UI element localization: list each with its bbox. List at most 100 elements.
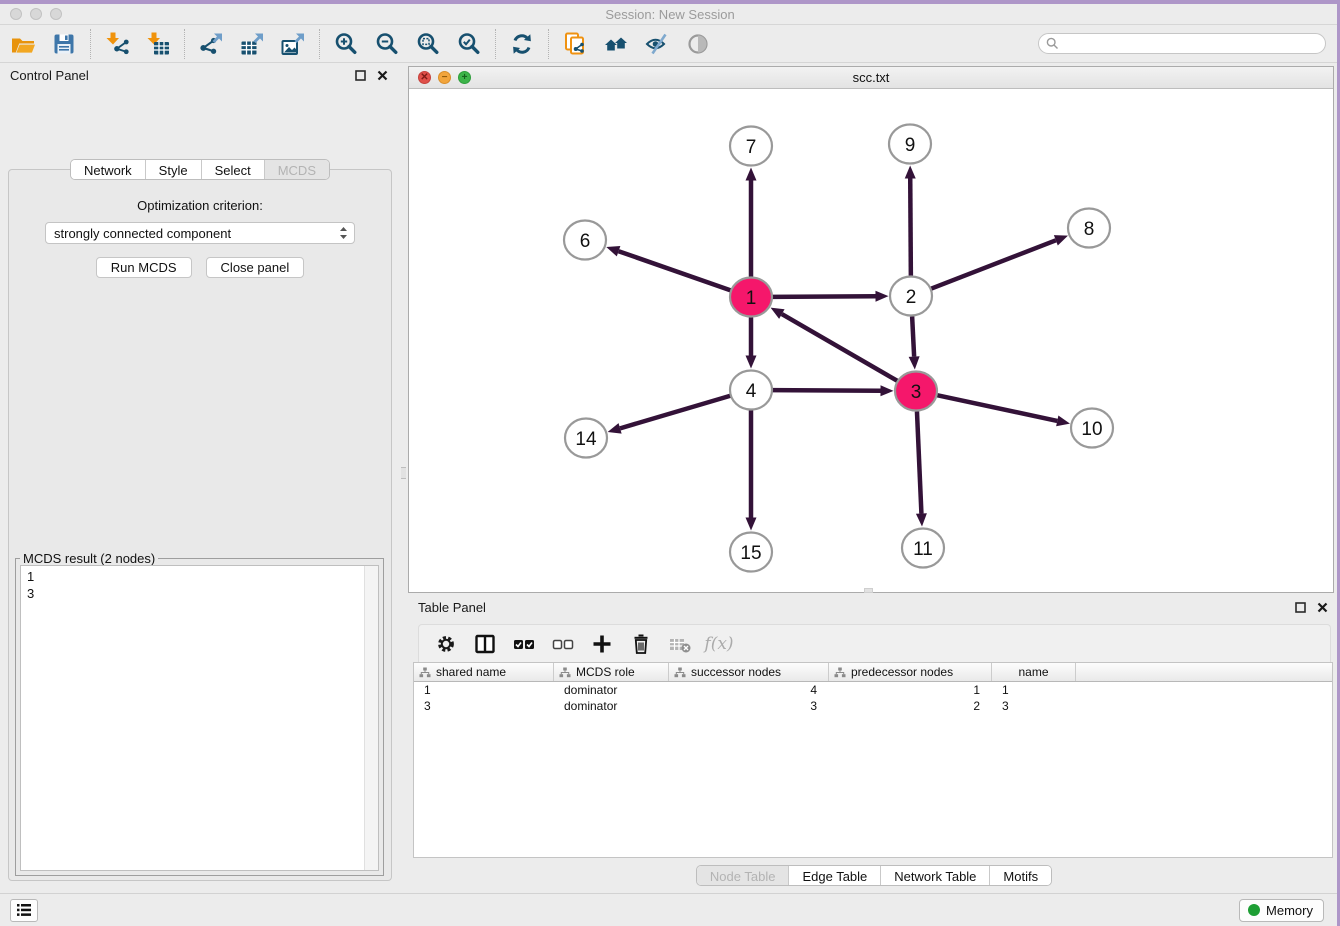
zoom-selected-icon[interactable] [454, 29, 484, 59]
control-panel: Control Panel NetworkStyleSelectMCDS Opt… [0, 63, 400, 893]
graph-edge-1-6[interactable] [619, 251, 731, 290]
delete-table-icon[interactable] [668, 632, 692, 656]
select-all-icon[interactable] [512, 632, 536, 656]
result-scrollbar[interactable] [364, 566, 378, 870]
table-row[interactable]: 3dominator323 [414, 698, 1332, 714]
open-session-icon[interactable] [8, 29, 38, 59]
mcds-result-title: MCDS result (2 nodes) [20, 551, 158, 566]
splitter-grip[interactable] [401, 467, 406, 479]
network-view-window: scc.txt ✕ − + 7968124314101511 [408, 66, 1334, 593]
export-table-icon[interactable] [237, 29, 267, 59]
tab-network[interactable]: Network [71, 160, 146, 179]
tab-network-table[interactable]: Network Table [881, 866, 990, 885]
import-table-icon[interactable] [143, 29, 173, 59]
tab-node-table[interactable]: Node Table [697, 866, 790, 885]
duplicate-network-icon[interactable] [560, 29, 590, 59]
node-label-1: 1 [746, 288, 757, 309]
cell-name: 1 [992, 682, 1076, 698]
table-toolbar: f(x) [418, 624, 1331, 662]
table-panel: Table Panel f(x) shared nameMCDS rolesuc… [408, 595, 1340, 893]
edge-arrowhead [875, 291, 888, 302]
column-header-shared-name[interactable]: shared name [414, 663, 554, 681]
deselect-all-icon[interactable] [551, 632, 575, 656]
control-panel-title: Control Panel [10, 68, 89, 83]
mcds-result-text: 1 3 [21, 566, 364, 870]
zoom-fit-icon[interactable] [413, 29, 443, 59]
float-table-panel-icon[interactable] [1292, 599, 1308, 615]
close-table-panel-icon[interactable] [1314, 599, 1330, 615]
function-builder-icon[interactable]: f(x) [707, 632, 731, 656]
zoom-in-icon[interactable] [331, 29, 361, 59]
minimize-network-button[interactable]: − [438, 71, 451, 84]
graph-edge-3-1[interactable] [782, 314, 897, 381]
network-canvas[interactable]: 7968124314101511 [409, 89, 1333, 592]
toolbar-separator [548, 29, 549, 59]
search-box[interactable] [1038, 33, 1326, 54]
node-label-6: 6 [580, 231, 591, 252]
cell-mcds-role: dominator [554, 698, 669, 714]
mcds-tab-content: Optimization criterion: strongly connect… [8, 169, 392, 881]
optimization-criterion-select[interactable]: strongly connected component [45, 222, 355, 244]
zoom-out-icon[interactable] [372, 29, 402, 59]
edge-arrowhead [746, 518, 757, 531]
gear-icon[interactable] [434, 632, 458, 656]
memory-status-icon [1248, 904, 1260, 916]
hierarchy-icon [834, 667, 846, 678]
export-network-icon[interactable] [196, 29, 226, 59]
tab-select[interactable]: Select [202, 160, 265, 179]
node-label-14: 14 [575, 429, 597, 450]
close-network-button[interactable]: ✕ [418, 71, 431, 84]
column-header-successor-nodes[interactable]: successor nodes [669, 663, 829, 681]
float-panel-icon[interactable] [352, 67, 368, 83]
column-header-mcds-role[interactable]: MCDS role [554, 663, 669, 681]
cell-name: 3 [992, 698, 1076, 714]
import-network-icon[interactable] [102, 29, 132, 59]
graph-edge-2-9[interactable] [910, 178, 911, 275]
network-window-title: scc.txt [409, 70, 1333, 85]
edge-arrowhead [746, 168, 757, 181]
tab-motifs[interactable]: Motifs [990, 866, 1051, 885]
show-columns-icon[interactable] [473, 632, 497, 656]
hide-graphics-details-icon[interactable] [642, 29, 672, 59]
graph-edge-4-14[interactable] [620, 396, 730, 429]
memory-button[interactable]: Memory [1239, 899, 1324, 922]
tab-mcds[interactable]: MCDS [265, 160, 329, 179]
eye-icon[interactable] [683, 29, 713, 59]
graph-edge-4-3[interactable] [772, 390, 880, 391]
column-label: successor nodes [691, 665, 781, 679]
toolbar-separator [495, 29, 496, 59]
column-header-name[interactable]: name [992, 663, 1076, 681]
edge-arrowhead [746, 356, 757, 369]
close-panel-icon[interactable] [374, 67, 390, 83]
run-mcds-button[interactable]: Run MCDS [96, 257, 192, 278]
tab-edge-table[interactable]: Edge Table [789, 866, 881, 885]
task-history-button[interactable] [10, 899, 38, 922]
save-session-icon[interactable] [49, 29, 79, 59]
network-window-titlebar[interactable]: scc.txt ✕ − + [409, 67, 1333, 89]
graph-edge-1-2[interactable] [772, 296, 875, 297]
cell-predecessor-nodes: 2 [829, 698, 992, 714]
table-header-row: shared nameMCDS role successor nodes prede… [414, 663, 1332, 682]
graph-edge-3-11[interactable] [917, 411, 921, 513]
table-row[interactable]: 1dominator411 [414, 682, 1332, 698]
graph-edge-2-3[interactable] [912, 316, 914, 356]
edge-arrowhead [1056, 416, 1070, 427]
graph-edge-3-10[interactable] [937, 395, 1057, 421]
refresh-icon[interactable] [507, 29, 537, 59]
search-input[interactable] [1063, 37, 1313, 51]
node-table: shared nameMCDS role successor nodes prede… [413, 662, 1333, 858]
column-header-predecessor-nodes[interactable]: predecessor nodes [829, 663, 992, 681]
maximize-network-button[interactable]: + [458, 71, 471, 84]
add-icon[interactable] [590, 632, 614, 656]
node-label-7: 7 [746, 137, 757, 158]
trash-icon[interactable] [629, 632, 653, 656]
export-image-icon[interactable] [278, 29, 308, 59]
tab-style[interactable]: Style [146, 160, 202, 179]
horizontal-splitter-grip[interactable] [864, 588, 873, 593]
first-neighbors-icon[interactable] [601, 29, 631, 59]
main-toolbar [0, 25, 1340, 63]
close-panel-button[interactable]: Close panel [206, 257, 305, 278]
cell-successor-nodes: 4 [669, 682, 829, 698]
graph-edge-2-8[interactable] [931, 240, 1056, 288]
vertical-splitter[interactable] [400, 63, 408, 893]
